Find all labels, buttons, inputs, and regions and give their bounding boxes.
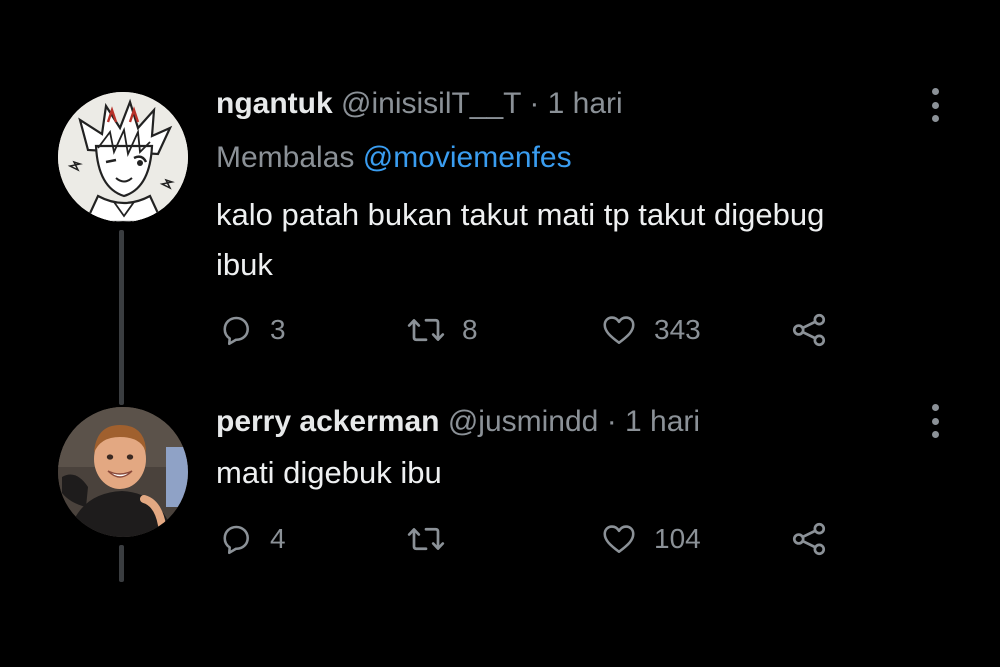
avatar[interactable] — [58, 92, 188, 222]
display-name[interactable]: perry ackerman — [216, 405, 439, 438]
like-button[interactable]: 343 — [600, 305, 701, 355]
reply-button[interactable]: 4 — [218, 514, 286, 564]
reply-button[interactable]: 3 — [218, 305, 286, 355]
replying-to: Membalas @moviemenfes — [216, 138, 572, 178]
tweet[interactable]: ngantuk @inisisilT__T · 1 hari Membalas … — [0, 0, 1000, 405]
retweet-icon — [407, 527, 445, 551]
share-button[interactable] — [790, 305, 828, 355]
reply-count: 3 — [270, 314, 286, 345]
separator: · — [529, 87, 540, 120]
timestamp[interactable]: 1 hari — [548, 87, 623, 120]
avatar[interactable] — [58, 407, 188, 537]
like-button[interactable]: 104 — [600, 514, 701, 564]
child-photo-avatar-icon — [58, 407, 188, 537]
heart-icon — [603, 525, 635, 554]
anime-sketch-avatar-icon — [58, 92, 188, 222]
tweet-text: mati digebuk ibu — [216, 448, 956, 498]
like-count: 104 — [654, 523, 701, 554]
more-options-icon[interactable] — [930, 88, 940, 122]
retweet-button[interactable] — [406, 514, 462, 564]
share-icon — [792, 522, 826, 556]
separator: · — [606, 405, 617, 438]
share-icon — [792, 313, 826, 347]
reply-count: 4 — [270, 523, 286, 554]
thread-connector — [119, 545, 124, 582]
tweet-header: perry ackerman @jusmindd · 1 hari — [216, 402, 700, 442]
action-bar: 4 104 — [216, 514, 836, 564]
like-count: 343 — [654, 314, 701, 345]
mention-link[interactable]: @moviemenfes — [363, 141, 572, 174]
thread-connector — [119, 230, 124, 405]
retweet-icon — [407, 318, 445, 342]
more-options-icon[interactable] — [930, 404, 940, 438]
reply-icon — [223, 525, 249, 555]
tweet-text: kalo patah bukan takut mati tp takut dig… — [216, 190, 956, 290]
retweet-button[interactable]: 8 — [406, 305, 478, 355]
tweet-text-line: ibuk — [216, 247, 273, 282]
tweet-text-line: kalo patah bukan takut mati tp takut dig… — [216, 197, 825, 232]
display-name[interactable]: ngantuk — [216, 87, 333, 120]
reply-icon — [223, 316, 249, 346]
retweet-count: 8 — [462, 314, 478, 345]
action-bar: 3 8 343 — [216, 305, 836, 355]
tweet[interactable]: perry ackerman @jusmindd · 1 hari mati d… — [0, 390, 1000, 667]
username[interactable]: @jusmindd — [448, 405, 599, 438]
heart-icon — [603, 316, 635, 345]
username[interactable]: @inisisilT__T — [341, 87, 521, 120]
replying-to-label: Membalas — [216, 141, 355, 174]
timestamp[interactable]: 1 hari — [625, 405, 700, 438]
tweet-text-line: mati digebuk ibu — [216, 455, 442, 490]
share-button[interactable] — [790, 514, 828, 564]
tweet-header: ngantuk @inisisilT__T · 1 hari — [216, 84, 623, 124]
